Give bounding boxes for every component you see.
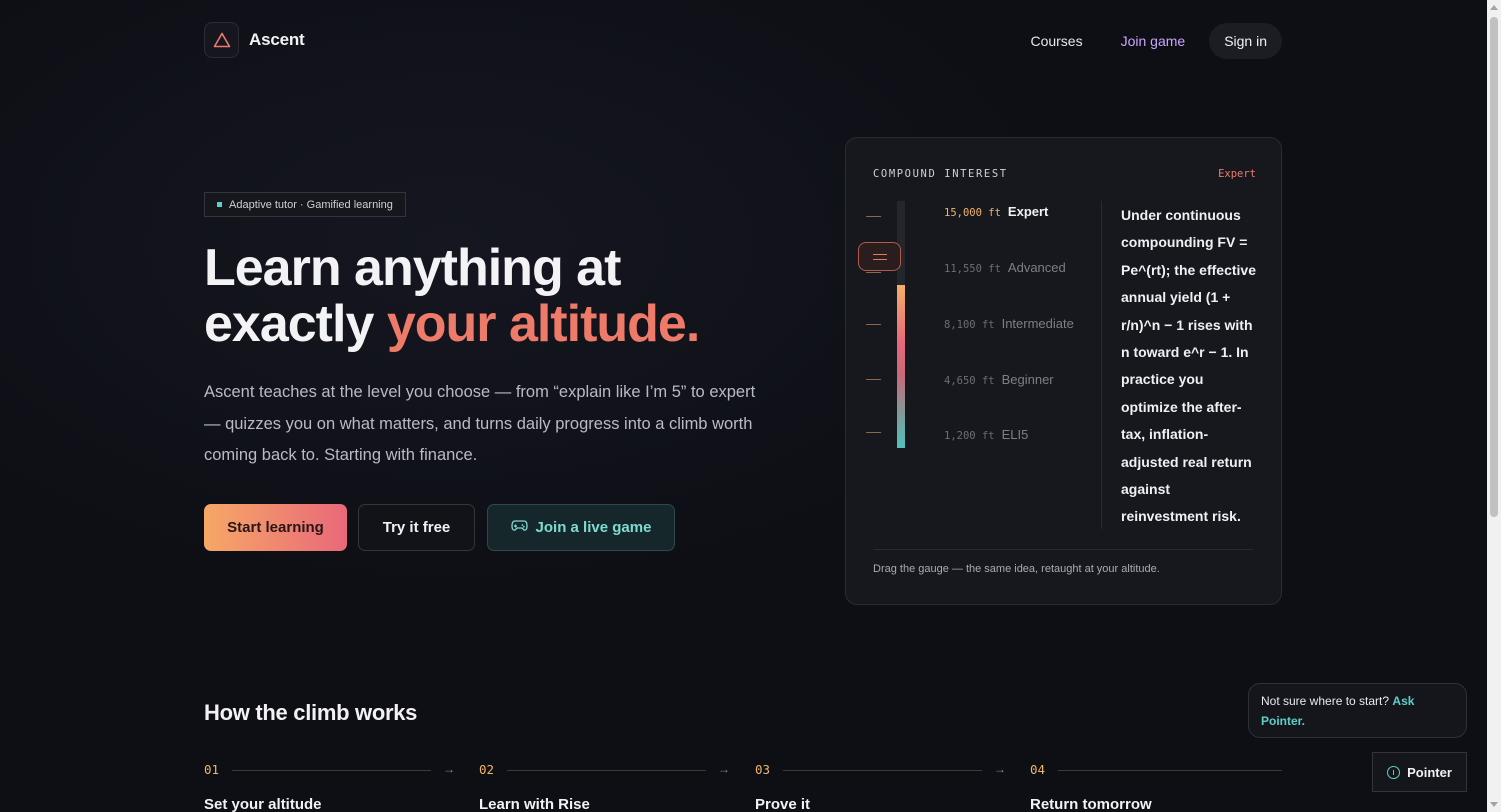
scrollbar-thumb[interactable] (1490, 17, 1498, 517)
headline-line2-plain: exactly (204, 295, 387, 353)
arrow-right-icon: → (443, 762, 455, 776)
card-current-level: Expert (1218, 168, 1256, 180)
badge-text: Adaptive tutor · Gamified learning (229, 198, 393, 211)
gamepad-icon (510, 519, 528, 536)
pointer-button[interactable]: Pointer (1372, 752, 1467, 792)
info-icon (1387, 765, 1401, 779)
level-name: Advanced (1007, 260, 1066, 275)
nav-courses-link[interactable]: Courses (1011, 33, 1101, 49)
step-number: 01 (204, 762, 220, 777)
pointer-prompt-text: Not sure where to start? (1261, 694, 1390, 708)
start-learning-button[interactable]: Start learning (204, 504, 347, 551)
nav-join-game-link[interactable]: Join game (1102, 33, 1205, 49)
level-name: Intermediate (1001, 316, 1074, 331)
level-option-eli5[interactable]: 1,200 ft ELI5 (944, 427, 1028, 442)
hero-badge: Adaptive tutor · Gamified learning (204, 192, 406, 217)
gauge-tick (866, 272, 881, 273)
step-connector (507, 770, 706, 771)
card-footer-divider (873, 549, 1253, 550)
pointer-button-label: Pointer (1407, 764, 1452, 780)
start-learning-label: Start learning (227, 519, 324, 536)
drag-grip-icon (872, 253, 887, 260)
level-altitude: 8,100 ft (944, 319, 995, 331)
arrow-right-icon: → (994, 762, 1006, 776)
level-option-intermediate[interactable]: 8,100 ft Intermediate (944, 316, 1074, 331)
try-free-label: Try it free (382, 519, 451, 536)
nav-links: Courses Join game Sign in (1011, 23, 1282, 59)
level-option-beginner[interactable]: 4,650 ft Beginner (944, 372, 1054, 387)
level-name: Beginner (1001, 372, 1054, 387)
gauge-tick (866, 379, 881, 380)
step-number: 03 (755, 762, 771, 777)
step-connector (232, 770, 431, 771)
page-scrollbar[interactable] (1487, 0, 1501, 812)
level-altitude: 15,000 ft (944, 207, 1001, 219)
headline-line1: Learn anything at (204, 239, 621, 297)
badge-dot-icon (217, 202, 222, 207)
card-topic-title: COMPOUND INTEREST (873, 168, 1008, 180)
gauge-drag-handle[interactable] (858, 242, 901, 271)
step-connector (1058, 770, 1282, 771)
altitude-gauge-card: COMPOUND INTEREST Expert 15,000 ft Exper… (845, 137, 1282, 605)
step-label: Learn with Rise (479, 796, 590, 812)
step-label: Prove it (755, 796, 811, 812)
step-label: Set your altitude (204, 796, 322, 812)
join-live-game-label: Join a live game (535, 519, 652, 536)
card-footer-hint: Drag the gauge — the same idea, retaught… (873, 563, 1160, 575)
try-free-button[interactable]: Try it free (358, 504, 475, 551)
triangle-icon (204, 22, 239, 58)
how-section-title: How the climb works (204, 700, 418, 725)
hero-headline: Learn anything at exactly your altitude. (204, 239, 700, 353)
gauge-tick (866, 432, 881, 433)
gauge-fill (897, 285, 905, 448)
level-name: Expert (1007, 204, 1049, 219)
brand-name: Ascent (249, 30, 305, 49)
scroll-down-arrow-icon[interactable] (1490, 802, 1498, 807)
level-altitude: 4,650 ft (944, 375, 995, 387)
gauge-tick (866, 216, 881, 217)
level-option-expert[interactable]: 15,000 ft Expert (944, 204, 1048, 219)
step-label: Return tomorrow (1030, 796, 1152, 812)
step-number: 02 (479, 762, 495, 777)
scroll-up-arrow-icon[interactable] (1490, 5, 1498, 10)
top-nav: Ascent Courses Join game Sign in (204, 22, 1282, 60)
card-divider (1101, 201, 1102, 529)
pointer-prompt-bubble[interactable]: Not sure where to start? Ask Pointer. (1248, 683, 1467, 738)
step-number: 04 (1030, 762, 1046, 777)
level-altitude: 1,200 ft (944, 430, 995, 442)
join-live-game-button[interactable]: Join a live game (487, 504, 675, 551)
gauge-tick (866, 324, 881, 325)
level-option-advanced[interactable]: 11,550 ft Advanced (944, 260, 1066, 275)
sign-in-button[interactable]: Sign in (1209, 23, 1282, 59)
brand[interactable]: Ascent (204, 22, 305, 58)
arrow-right-icon: → (718, 762, 730, 776)
hero-subtext: Ascent teaches at the level you choose —… (204, 383, 756, 464)
headline-highlight: your altitude. (386, 295, 700, 353)
step-connector (783, 770, 982, 771)
level-explanation: Under continuous compounding FV = Pe^(rt… (1121, 207, 1256, 525)
level-name: ELI5 (1001, 427, 1029, 442)
level-altitude: 11,550 ft (944, 263, 1001, 275)
